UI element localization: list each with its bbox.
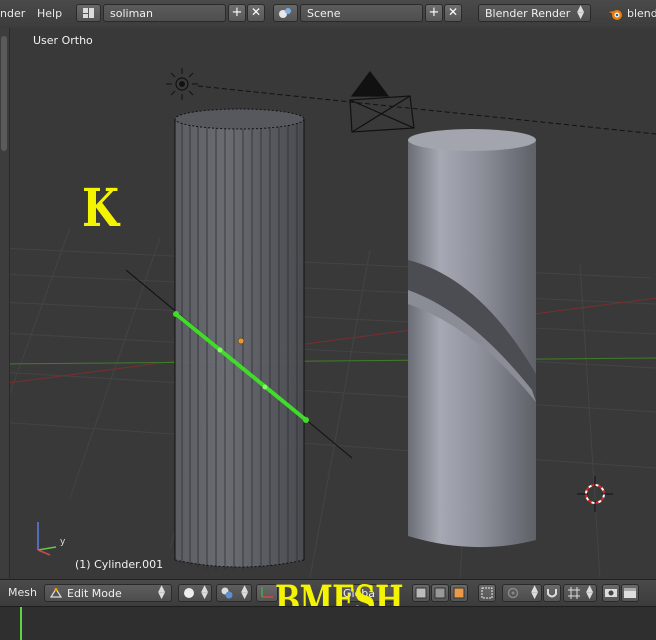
viewport-grid bbox=[10, 227, 656, 578]
occlude-geometry-button[interactable] bbox=[478, 584, 496, 602]
vertex-select-icon bbox=[415, 587, 427, 599]
scene-button[interactable] bbox=[273, 4, 298, 22]
pivot-point-icon bbox=[221, 587, 233, 599]
timeline-area[interactable] bbox=[0, 606, 656, 640]
tool-shelf-strip bbox=[0, 28, 10, 578]
pivot-point-dropdown[interactable]: ▲ ▼ bbox=[216, 584, 252, 602]
edit-mode-icon bbox=[49, 587, 63, 598]
mode-label: Edit Mode bbox=[67, 587, 122, 600]
edge-select-icon bbox=[434, 587, 446, 599]
layer-button-1[interactable] bbox=[412, 584, 430, 602]
lamp-object bbox=[166, 68, 198, 100]
render-animation-button[interactable] bbox=[621, 584, 639, 602]
snap-element-dropdown[interactable]: ▲ ▼ bbox=[563, 584, 597, 602]
menu-help[interactable]: Help bbox=[37, 7, 62, 20]
snap-grid-icon bbox=[568, 587, 580, 599]
face-select-icon bbox=[453, 587, 465, 599]
x-axis-line bbox=[10, 297, 656, 384]
screen-layout-icon bbox=[83, 8, 94, 18]
face-select-button[interactable] bbox=[450, 584, 468, 602]
close-icon: ✕ bbox=[250, 5, 262, 19]
blender-version-label: blend bbox=[627, 7, 656, 20]
scene-icon bbox=[279, 8, 291, 18]
object-origin-dot bbox=[237, 337, 245, 345]
3d-viewport[interactable]: User Ortho K y (1) Cylinder.001 bbox=[10, 28, 656, 578]
chevron-updown-icon: ▲ ▼ bbox=[531, 584, 538, 601]
proportional-edit-dropdown[interactable]: ▲ ▼ bbox=[502, 584, 542, 602]
scene-field[interactable]: Scene bbox=[300, 4, 423, 22]
plus-icon: + bbox=[231, 5, 243, 20]
viewport-scene bbox=[10, 68, 656, 578]
plus-icon: + bbox=[428, 5, 440, 20]
remove-screen-button[interactable]: ✕ bbox=[247, 4, 265, 22]
proportional-edit-icon bbox=[507, 587, 519, 599]
blender-logo-icon bbox=[609, 10, 622, 20]
chevron-updown-icon: ▲ ▼ bbox=[158, 584, 165, 601]
knife-key-overlay: K bbox=[82, 178, 119, 239]
active-object-label: (1) Cylinder.001 bbox=[75, 558, 164, 571]
add-scene-button[interactable]: + bbox=[425, 4, 443, 22]
info-header: nder Help soliman + ✕ Scene + ✕ Blender … bbox=[0, 0, 656, 29]
remove-scene-button[interactable]: ✕ bbox=[444, 4, 462, 22]
current-frame-cursor[interactable] bbox=[20, 607, 22, 640]
solid-shading-icon bbox=[184, 588, 194, 598]
tool-shelf-scrollbar[interactable] bbox=[1, 36, 7, 151]
screen-layout-field[interactable]: soliman bbox=[103, 4, 226, 22]
close-icon: ✕ bbox=[447, 5, 459, 19]
camera-render-icon bbox=[605, 589, 617, 597]
shaded-cylinder bbox=[408, 129, 536, 548]
occlude-geometry-icon bbox=[481, 587, 493, 599]
screen-layout-button[interactable] bbox=[76, 4, 101, 22]
chevron-updown-icon: ▲ ▼ bbox=[241, 584, 248, 601]
manipulator-icon bbox=[261, 587, 273, 598]
edge-select-button[interactable] bbox=[431, 584, 449, 602]
render-button[interactable] bbox=[602, 584, 620, 602]
render-engine-label: Blender Render bbox=[485, 7, 571, 20]
chevron-updown-icon: ▲ ▼ bbox=[586, 584, 593, 601]
mode-dropdown[interactable]: Edit Mode ▲ ▼ bbox=[44, 584, 172, 602]
snap-toggle[interactable] bbox=[543, 584, 561, 602]
chevron-updown-icon: ▲ ▼ bbox=[577, 4, 584, 21]
menu-render[interactable]: nder bbox=[0, 7, 25, 20]
axis-y-label: y bbox=[60, 537, 66, 547]
view-label: User Ortho bbox=[33, 34, 93, 47]
camera-object bbox=[349, 71, 415, 133]
add-screen-button[interactable]: + bbox=[228, 4, 246, 22]
viewport-shading-dropdown[interactable]: ▲ ▼ bbox=[178, 584, 212, 602]
chevron-updown-icon: ▲ ▼ bbox=[201, 584, 208, 601]
menu-mesh[interactable]: Mesh bbox=[8, 586, 37, 599]
magnet-icon bbox=[547, 589, 557, 598]
clapperboard-icon bbox=[624, 588, 636, 598]
render-engine-dropdown[interactable]: Blender Render ▲ ▼ bbox=[478, 4, 591, 22]
axis-widget bbox=[37, 522, 57, 556]
